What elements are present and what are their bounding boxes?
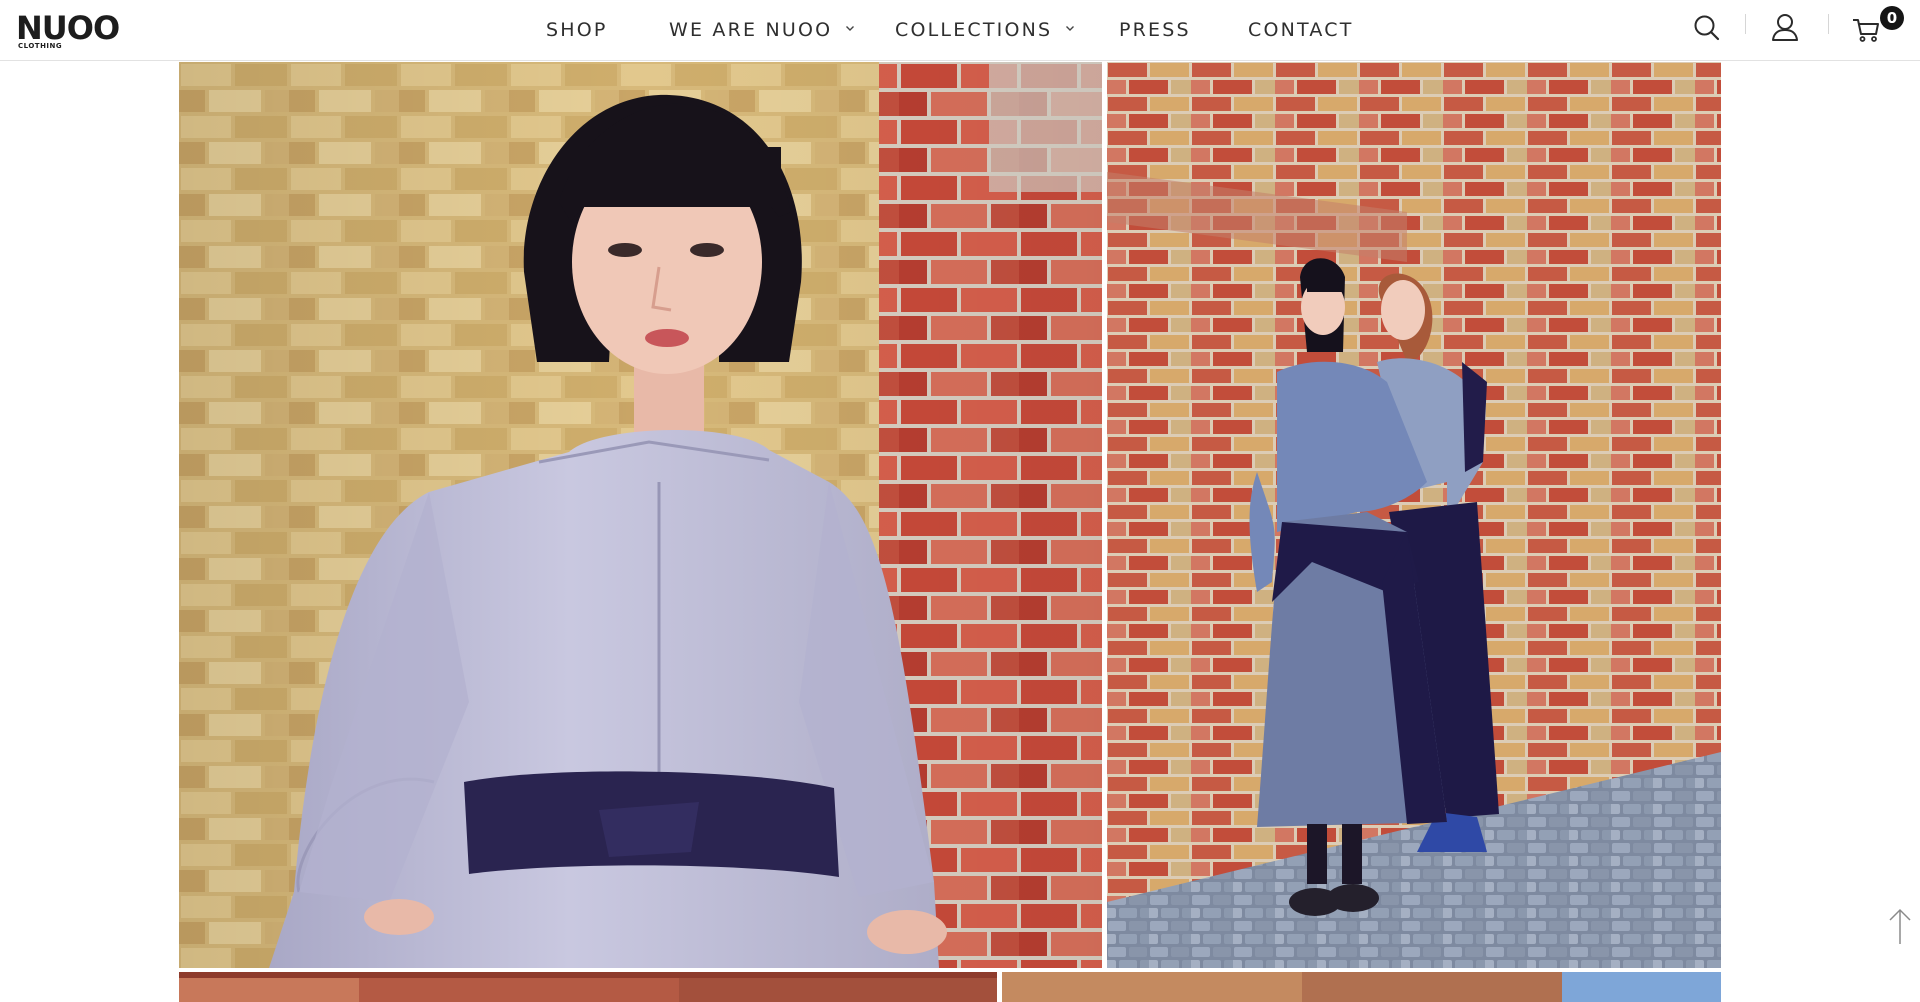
photo-model-closeup-image <box>179 62 1102 968</box>
cart-count-badge: 0 <box>1880 6 1904 30</box>
brand-name: NUOO <box>16 9 120 47</box>
cart-button[interactable] <box>1850 13 1884 47</box>
photo-bottom-right-image <box>1002 972 1721 1002</box>
nav-item-label: PRESS <box>1119 19 1191 41</box>
arrow-up-icon <box>1889 908 1911 944</box>
header-divider <box>1745 14 1746 34</box>
brand-logo[interactable]: NUOO CLOTHING <box>16 10 126 52</box>
nav-item-contact[interactable]: CONTACT <box>1248 18 1354 42</box>
photo-two-models-image <box>1107 62 1721 968</box>
account-button[interactable] <box>1768 11 1802 45</box>
nav-item-we-are-nuoo[interactable]: WE ARE NUOO <box>669 18 855 42</box>
photo-bottom-left-image <box>179 972 997 1002</box>
header-divider <box>1828 14 1829 34</box>
search-icon <box>1694 15 1720 41</box>
chevron-down-icon <box>1065 26 1074 31</box>
nav-item-label: CONTACT <box>1248 19 1354 41</box>
cart-icon <box>1853 19 1879 42</box>
user-icon <box>1772 14 1798 41</box>
gallery-photo-model-closeup[interactable] <box>179 62 1102 968</box>
nav-item-label: COLLECTIONS <box>895 19 1053 41</box>
gallery-photo-bottom-right[interactable] <box>1002 972 1721 1002</box>
search-button[interactable] <box>1690 11 1724 45</box>
main-nav: SHOP WE ARE NUOO COLLECTIONS PRESS CONTA… <box>0 0 1920 60</box>
brand-sub: CLOTHING <box>18 42 63 50</box>
nav-item-label: SHOP <box>546 19 608 41</box>
nav-item-shop[interactable]: SHOP <box>546 18 608 42</box>
scroll-to-top-button[interactable] <box>1883 906 1917 946</box>
site-header: NUOO CLOTHING SHOP WE ARE NUOO COLLECTIO… <box>0 0 1920 61</box>
gallery-photo-two-models[interactable] <box>1107 62 1721 968</box>
nav-item-press[interactable]: PRESS <box>1119 18 1191 42</box>
gallery-photo-bottom-left[interactable] <box>179 972 997 1002</box>
nav-item-label: WE ARE NUOO <box>669 19 833 41</box>
chevron-down-icon <box>845 26 854 31</box>
nav-item-collections[interactable]: COLLECTIONS <box>895 18 1075 42</box>
